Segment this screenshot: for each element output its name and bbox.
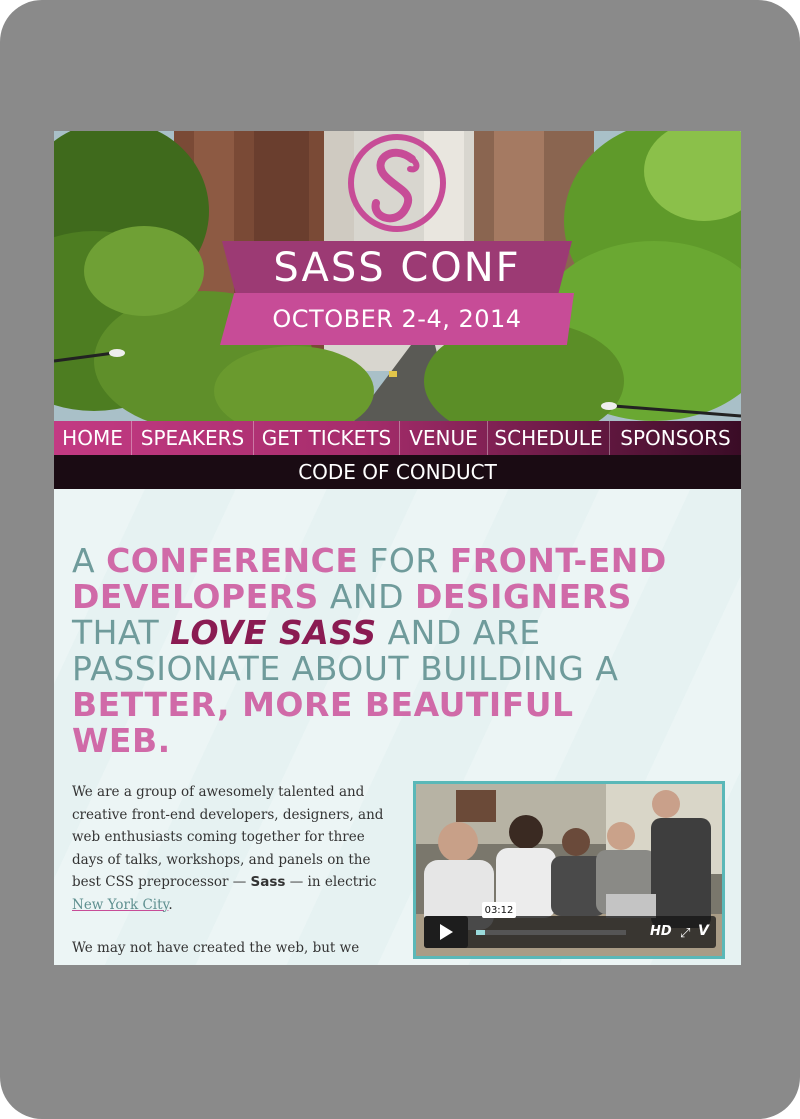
new-york-city-link[interactable]: New York City	[72, 897, 168, 913]
nav-row: HOME SPEAKERS GET TICKETS VENUE SCHEDULE…	[54, 421, 741, 455]
tagline-text: A	[72, 541, 107, 580]
vimeo-icon[interactable]: V	[698, 923, 709, 939]
nav-schedule[interactable]: SCHEDULE	[488, 421, 610, 455]
site-title: SASS CONF	[273, 245, 521, 291]
browser-viewport: SASS CONF OCTOBER 2-4, 2014 HOME SPEAKER…	[54, 131, 741, 965]
play-icon	[440, 924, 453, 940]
nav-speakers[interactable]: SPEAKERS	[132, 421, 254, 455]
video-player[interactable]: 03:12 HD ⤢ V	[413, 781, 725, 959]
intro-paragraph-2: We may not have created the web, but we	[72, 940, 360, 956]
video-controls: 03:12 HD ⤢ V	[424, 902, 716, 948]
intro-text: — in electric	[285, 874, 377, 890]
tagline-highlight: BETTER, MORE BEAUTIFUL WEB.	[72, 685, 574, 760]
hero-banner: SASS CONF OCTOBER 2-4, 2014	[54, 131, 741, 421]
tagline-heading: A CONFERENCE FOR FRONT-END DEVELOPERS AN…	[72, 543, 672, 759]
site-title-banner: SASS CONF	[222, 241, 572, 295]
tagline-highlight: DESIGNERS	[414, 577, 632, 616]
tagline-text: AND	[318, 577, 415, 616]
main-navigation: HOME SPEAKERS GET TICKETS VENUE SCHEDULE…	[54, 421, 741, 489]
tagline-text: FOR	[358, 541, 450, 580]
nav-home[interactable]: HOME	[54, 421, 132, 455]
nav-sponsors[interactable]: SPONSORS	[610, 421, 741, 455]
nav-get-tickets[interactable]: GET TICKETS	[254, 421, 400, 455]
tagline-highlight-italic: LOVE SASS	[170, 613, 377, 652]
nav-row-secondary: CODE OF CONDUCT	[54, 455, 741, 489]
fullscreen-icon[interactable]: ⤢	[680, 925, 690, 941]
dates-banner: OCTOBER 2-4, 2014	[220, 293, 574, 345]
nav-venue[interactable]: VENUE	[400, 421, 488, 455]
sass-logo-icon[interactable]	[342, 131, 452, 239]
hd-toggle[interactable]: HD	[650, 924, 672, 939]
tablet-frame: SASS CONF OCTOBER 2-4, 2014 HOME SPEAKER…	[0, 0, 800, 1119]
tagline-highlight: CONFERENCE	[106, 541, 359, 580]
intro-text: .	[168, 896, 173, 913]
video-duration: 03:12	[482, 902, 516, 918]
nav-code-of-conduct[interactable]: CODE OF CONDUCT	[298, 455, 497, 489]
intro-paragraph: We are a group of awesomely talented and…	[72, 781, 387, 916]
main-content: A CONFERENCE FOR FRONT-END DEVELOPERS AN…	[54, 489, 741, 965]
video-progress-fill	[476, 930, 485, 935]
video-progress-bar[interactable]	[476, 930, 626, 935]
intro-bold: Sass	[250, 874, 286, 890]
conference-dates: OCTOBER 2-4, 2014	[272, 305, 522, 333]
play-button[interactable]	[424, 916, 468, 948]
tagline-text: THAT	[72, 613, 171, 652]
